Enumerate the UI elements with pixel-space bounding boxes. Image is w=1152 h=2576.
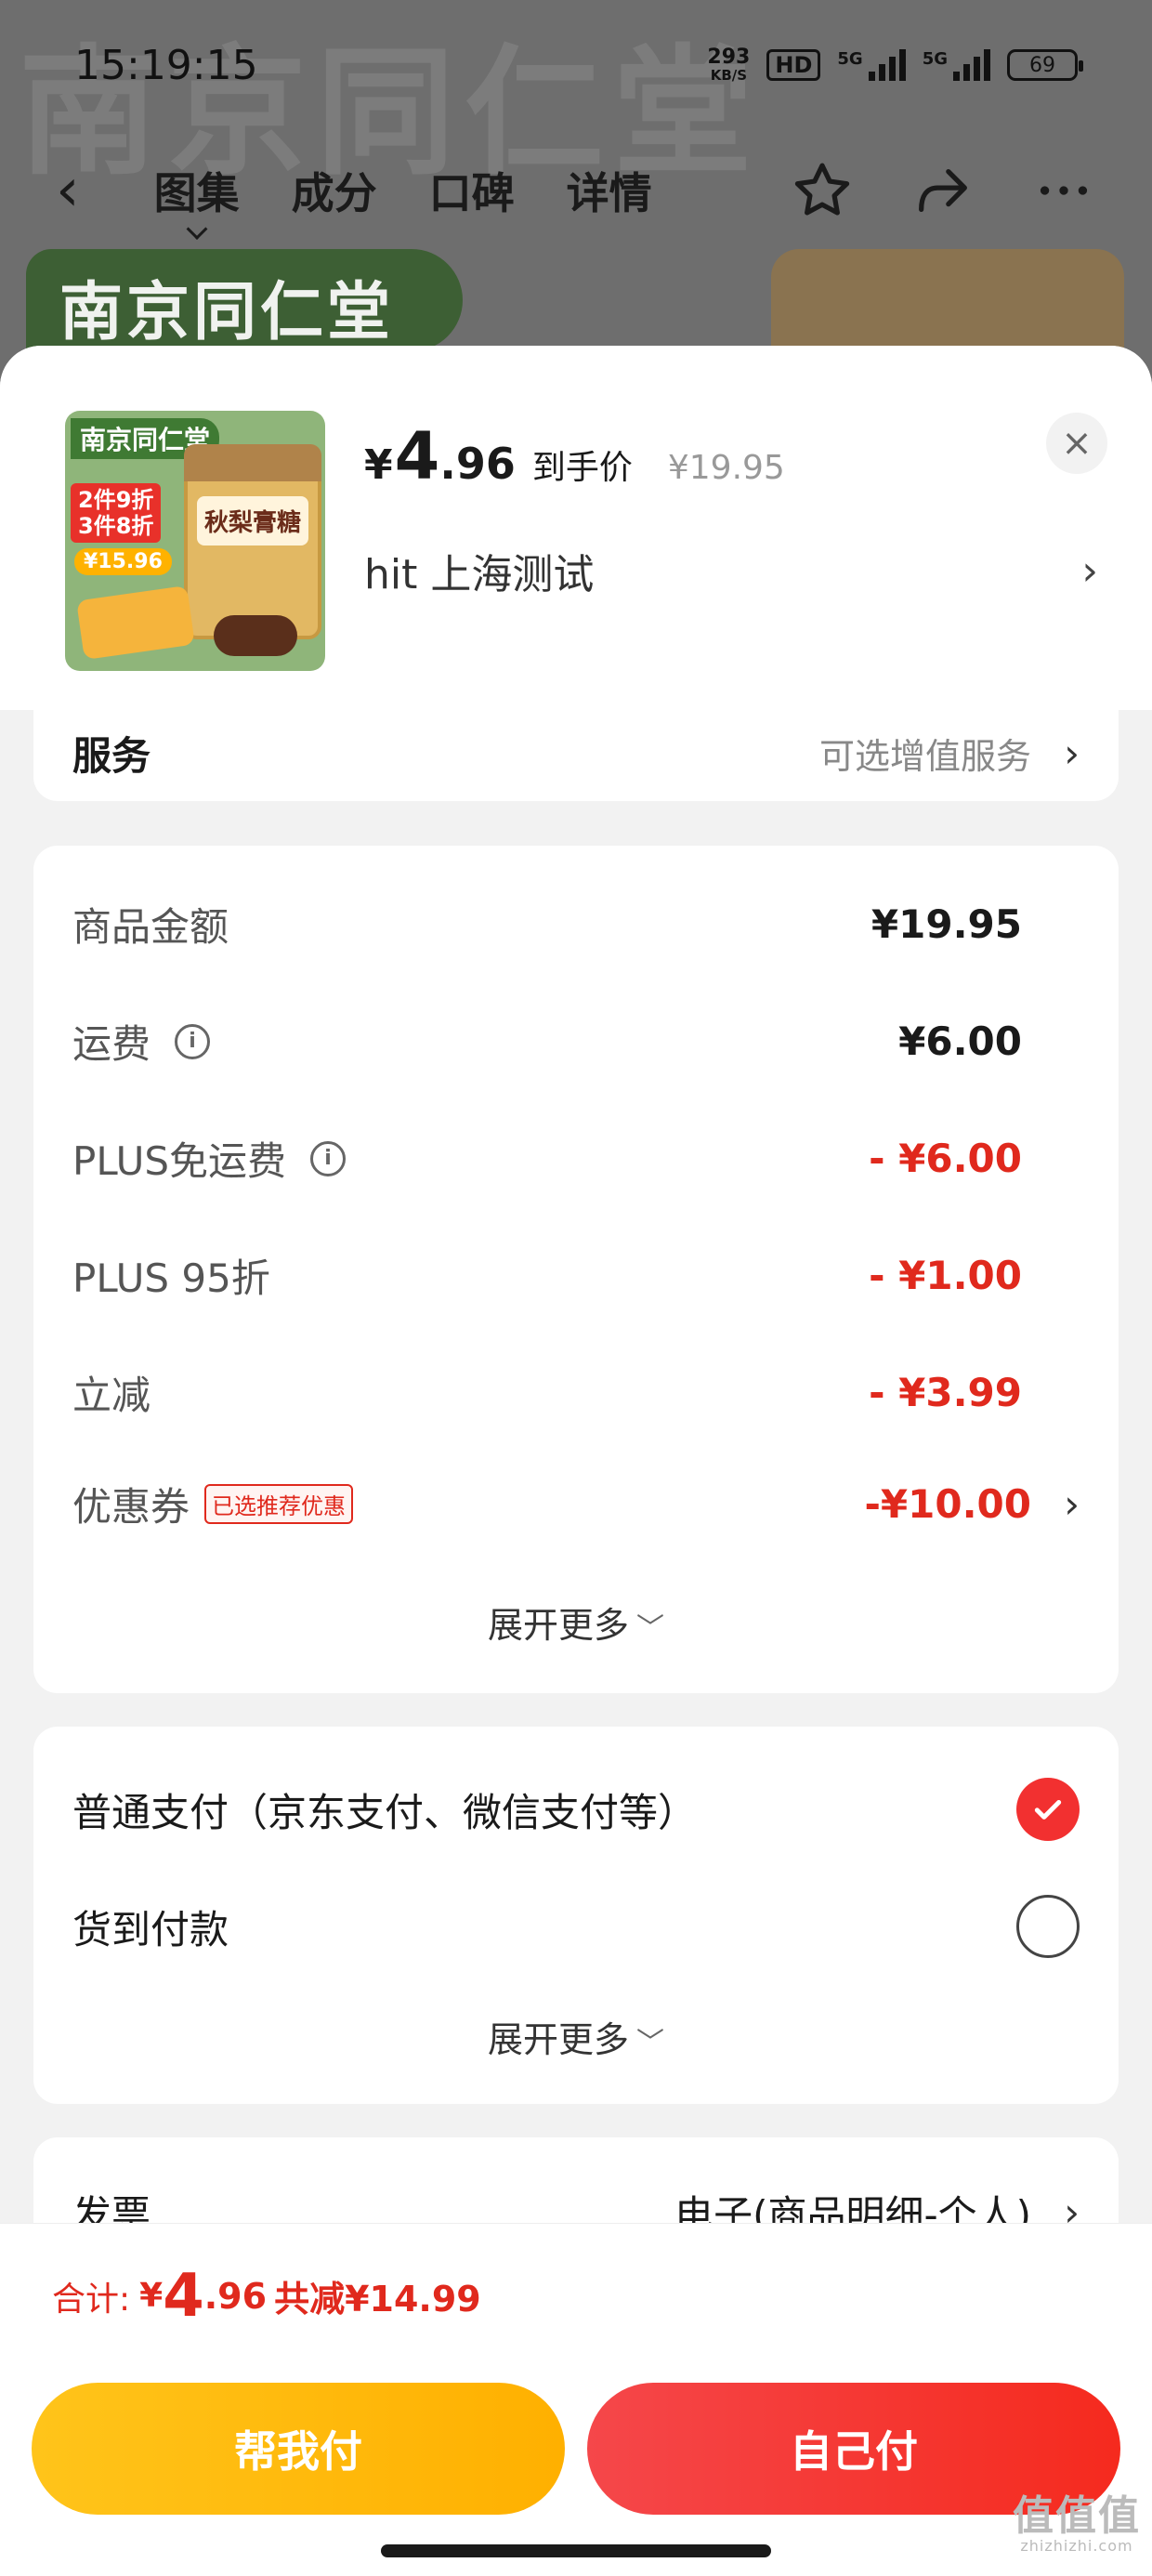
background-page: 南京同仁堂 15:19:15 293 KB/S HD 5G 5G 69 ‹ 图集… [0,0,1152,390]
status-time: 15:19:15 [74,41,258,89]
total-label: 合计: [52,2280,131,2319]
tab-reviews[interactable]: 口碑 [429,160,515,221]
action-bar: 帮我付 自己付 值值值 zhizhizhi.com [0,2368,1152,2576]
payment-option-standard[interactable]: 普通支付（京东支付、微信支付等） [72,1777,1080,1842]
nav-actions [790,158,1096,223]
hd-badge: HD [766,49,821,81]
more-icon[interactable] [1031,158,1096,223]
price-tag-label: 到手价 [531,449,633,487]
expand-more-button[interactable]: 展开更多 ﹀ [33,1597,1119,1648]
sku-label: hit 上海测试 [364,551,595,598]
product-thumbnail: 南京同仁堂 2件9折 3件8折 ¥15.96 秋梨膏糖 [65,411,325,671]
star-icon[interactable] [790,158,855,223]
sku-selector[interactable]: hit 上海测试 › [364,541,1098,600]
info-icon[interactable]: i [175,1023,211,1059]
coupon-badge: 已选推荐优惠 [204,1484,354,1524]
candy-illustration [76,585,195,661]
tab-ingredients[interactable]: 成分 [292,160,377,221]
row-coupon[interactable]: 优惠券 已选推荐优惠 -¥10.00 › [72,1476,1080,1532]
radio-unchecked[interactable] [1016,1895,1080,1958]
back-icon[interactable]: ‹ [56,161,80,220]
product-summary: 南京同仁堂 2件9折 3件8折 ¥15.96 秋梨膏糖 ¥ 4 .96 到手价 … [0,346,1152,710]
brand-banner: 南京同仁堂 [26,249,463,351]
service-hint: 可选增值服务 [818,736,1031,777]
payment-card: 普通支付（京东支付、微信支付等） 货到付款 展开更多 ﹀ [33,1727,1119,2104]
row-goods-amount: 商品金额 ¥19.95 [72,901,1022,950]
status-bar: 15:19:15 293 KB/S HD 5G 5G 69 [0,0,1152,130]
total-saved: 共减¥14.99 [274,2279,481,2320]
service-label: 服务 [72,733,151,779]
check-icon [1034,1800,1062,1820]
chevron-right-icon: › [1064,1481,1080,1527]
battery-icon: 69 [1007,49,1083,81]
total-bar: 合计: ¥ 4 .96 共减¥14.99 [0,2223,1152,2368]
original-price: ¥19.95 [667,449,785,487]
row-plus-free-shipping: PLUS免运费 i - ¥6.00 [72,1136,1022,1184]
site-watermark: 值值值 zhizhizhi.com [1013,2492,1141,2556]
signal-icon-2: 5G [923,49,990,81]
jar-illustration: 秋梨膏糖 [184,444,321,639]
network-speed: 293 KB/S [707,46,751,84]
close-icon: × [1061,422,1093,465]
row-plus-discount: PLUS 95折 - ¥1.00 [72,1253,1022,1301]
total-amount: 4 [163,2261,204,2331]
row-instant-discount: 立减 - ¥3.99 [72,1370,1022,1418]
info-icon[interactable]: i [310,1140,347,1176]
close-button[interactable]: × [1046,413,1107,474]
dates-illustration [214,615,297,656]
radio-checked[interactable] [1016,1778,1080,1841]
row-shipping: 运费 i ¥6.00 [72,1019,1022,1067]
amount-card: 商品金额 ¥19.95 运费 i ¥6.00 PLUS免运费 i - ¥6.00… [33,846,1119,1693]
top-nav: ‹ 图集 成分 口碑 详情 [0,149,1152,232]
chevron-down-icon: ﹀ [636,2027,664,2059]
thumbnail-promo: 2件9折 3件8折 [71,483,162,543]
tab-gallery[interactable]: 图集 [154,160,240,221]
chevron-right-icon: › [1081,546,1098,595]
payment-option-cod[interactable]: 货到付款 [72,1894,1080,1959]
chevron-right-icon: › [1064,730,1080,776]
home-indicator[interactable] [381,2544,771,2557]
share-icon[interactable] [910,158,975,223]
signal-icon: 5G [837,49,906,81]
help-me-pay-button[interactable]: 帮我付 [32,2383,565,2515]
final-price: ¥ 4 .96 到手价 ¥19.95 [364,418,785,494]
status-indicators: 293 KB/S HD 5G 5G 69 [707,46,1083,84]
jar-label: 秋梨膏糖 [197,496,308,545]
thumbnail-price: ¥15.96 [74,548,172,575]
tab-details[interactable]: 详情 [567,160,652,221]
chevron-down-icon: ﹀ [636,1612,664,1645]
expand-more-button[interactable]: 展开更多 ﹀ [33,2011,1119,2062]
